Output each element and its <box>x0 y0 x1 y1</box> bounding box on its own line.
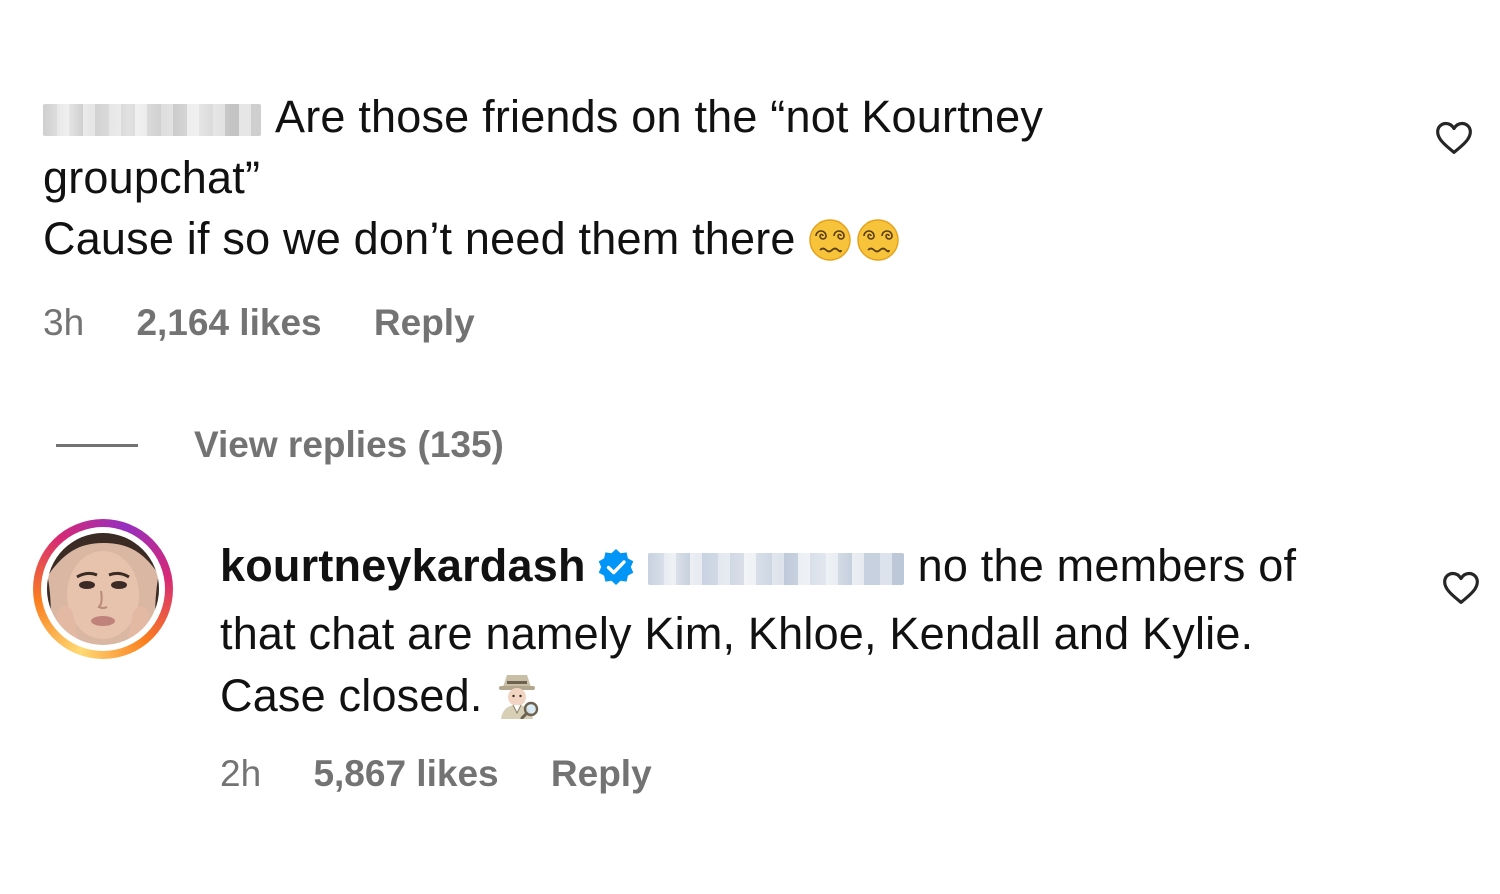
likes-count[interactable]: 5,867 likes <box>313 753 498 795</box>
view-replies-label: View replies (135) <box>194 424 504 465</box>
avatar[interactable] <box>33 519 173 659</box>
comment-text-line-2: that chat are namely Kim, Khloe, Kendall… <box>220 608 1254 659</box>
blurred-mention[interactable] <box>647 553 904 585</box>
comment-text: Are those friends on the “not Kourtney g… <box>43 86 1393 277</box>
comment-text: kourtneykardash no the members of that c… <box>220 535 1420 735</box>
likes-count[interactable]: 2,164 likes <box>136 302 321 344</box>
comment: kourtneykardash no the members of that c… <box>220 535 1420 735</box>
verified-badge-icon <box>596 541 636 603</box>
reply-button[interactable]: Reply <box>374 302 475 344</box>
comment-meta: 3h 2,164 likes Reply <box>43 302 475 344</box>
comment-time: 2h <box>220 753 262 794</box>
view-replies-button[interactable]: View replies (135) <box>56 420 504 470</box>
comment-meta: 2h 5,867 likes Reply <box>220 753 652 795</box>
comment-time: 3h <box>43 302 85 343</box>
comment-text-line-3: Cause if so we don’t need them there <box>43 213 796 264</box>
comment-text-line-2: groupchat” <box>43 152 261 203</box>
comment: Are those friends on the “not Kourtney g… <box>43 86 1393 277</box>
face-with-spiral-eyes-icon <box>808 216 900 277</box>
blurred-username[interactable] <box>43 104 261 136</box>
reply-button[interactable]: Reply <box>551 753 652 795</box>
comment-text-line-3: Case closed. <box>220 670 483 721</box>
comment-text-line-1: Are those friends on the “not Kourtney <box>275 91 1044 142</box>
detective-icon <box>495 671 541 735</box>
avatar-photo <box>47 533 159 645</box>
divider-line <box>56 443 138 447</box>
comment-text-line-1: no the members of <box>917 540 1297 591</box>
comment-username[interactable]: kourtneykardash <box>220 540 586 591</box>
like-heart-icon[interactable] <box>1434 118 1474 158</box>
like-heart-icon[interactable] <box>1441 568 1481 608</box>
